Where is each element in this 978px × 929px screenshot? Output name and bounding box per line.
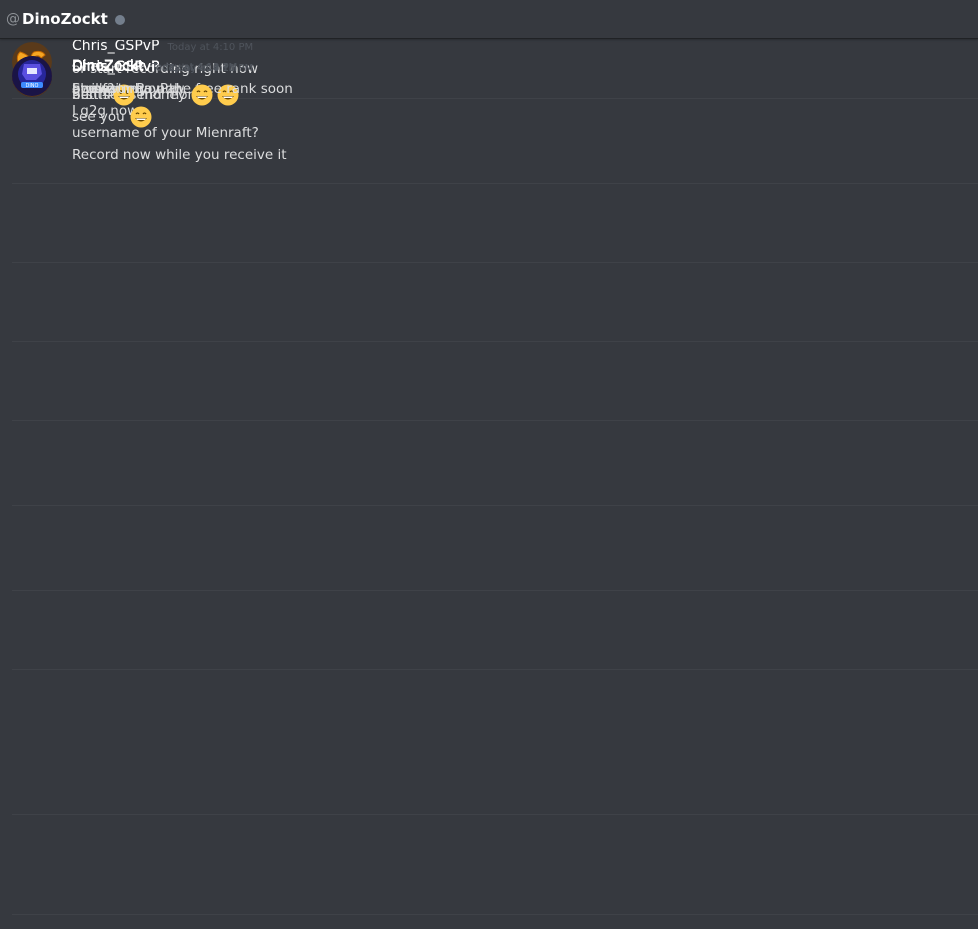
message-text: see you [72,109,125,125]
message-text: Record now while you receive it [72,147,287,163]
svg-text:DINO: DINO [25,83,38,89]
grin-emoji [130,106,152,128]
offline-status-icon [114,15,125,25]
message-group: DINODinoZocktToday at 4:10 PMfirst send … [0,57,978,506]
grin-emoji [191,84,213,106]
message-group: DINODinoZocktToday at 4:10 PMon paypal [0,56,978,342]
message-line: see you [72,106,152,128]
message-divider [12,914,978,915]
author-name[interactable]: Chris_GSPvP [72,40,160,54]
message-group: DINODinoZocktToday at 4:11 PMproof? [0,56,978,670]
message-line: gg scamm [72,81,142,97]
dm-recipient-name[interactable]: DinoZockt [22,10,108,28]
dm-header: @ DinoZockt [0,0,978,39]
message-group: Chris_GSPvP Today at 4:11 PM Sent! [0,57,978,591]
message-text: gg scamm [72,81,143,97]
message-list[interactable]: Chris_GSPvP Today at 4:10 PM or start reco… [0,40,978,929]
message-group: Chris_GSPvPToday at 4:10 PMI have to go … [0,56,978,263]
message-line: Record now while you receive it [72,147,287,163]
message-group: Chris_GSPvP Today at 4:10 PM I will give y… [0,56,978,421]
at-symbol: @ [6,11,20,27]
message-header: Chris_GSPvP Today at 4:10 PM [72,40,253,54]
message-timestamp: Today at 4:10 PM [167,42,254,53]
message-timestamp: Today at 4:12 PM [151,62,238,73]
message-group: DINO DinoZockt Today at 4:12 PM gg scamm see… [0,56,978,915]
author-name[interactable]: DinoZockt [72,58,144,74]
message-header: DinoZockt Today at 4:12 PM [72,58,237,74]
message-group: Chris_GSPvP Today at 4:11 PM See your PayP… [0,56,978,815]
dino-avatar[interactable]: DINO [12,56,52,96]
